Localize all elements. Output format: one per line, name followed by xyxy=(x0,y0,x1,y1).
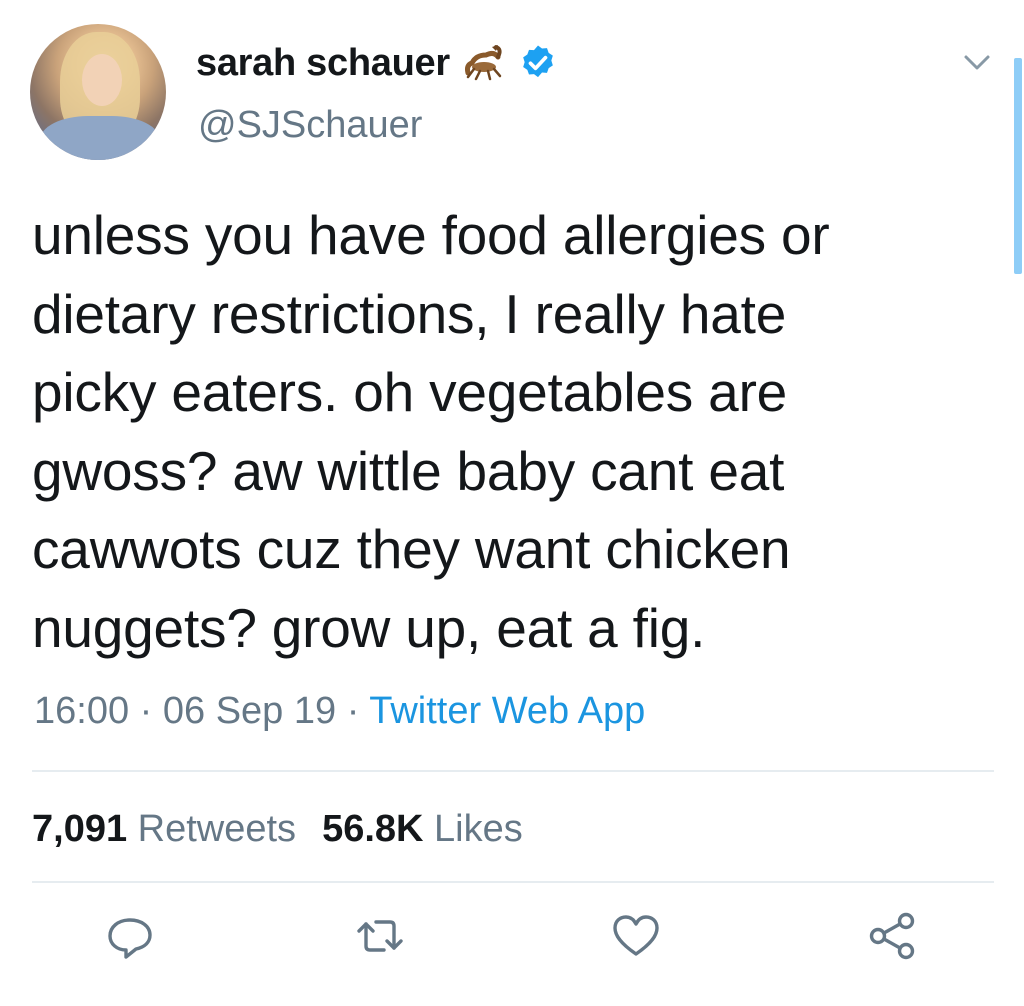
author-name-row[interactable]: sarah schauer xyxy=(196,40,558,86)
meta-separator: · xyxy=(129,690,163,732)
divider xyxy=(32,881,994,883)
avatar-jacket xyxy=(40,116,160,160)
verified-icon xyxy=(522,45,553,78)
like-button[interactable] xyxy=(606,906,666,966)
share-button[interactable] xyxy=(862,906,922,966)
retweet-button[interactable] xyxy=(350,906,410,966)
tweet-text: unless you have food allergies or dietar… xyxy=(32,204,830,659)
author-handle[interactable]: @SJSchauer xyxy=(198,104,422,147)
like-icon xyxy=(613,915,659,956)
tweet-meta: 16:00 · 06 Sep 19 · Twitter Web App xyxy=(34,690,645,733)
retweets-label: Retweets xyxy=(137,808,297,850)
tweet-date: 06 Sep 19 xyxy=(162,690,337,732)
retweet-icon xyxy=(357,920,403,952)
tweet-time: 16:00 xyxy=(34,690,130,732)
reply-icon xyxy=(108,918,152,959)
scorpion-icon xyxy=(464,45,502,81)
share-icon xyxy=(869,912,915,960)
action-bar xyxy=(0,906,1024,976)
reply-button[interactable] xyxy=(100,906,160,966)
likes-count: 56.8K xyxy=(322,808,424,850)
meta-separator: · xyxy=(336,690,370,732)
likes-label: Likes xyxy=(434,808,523,850)
tweet-source-link[interactable]: Twitter Web App xyxy=(369,690,645,732)
avatar-face xyxy=(82,54,122,106)
tweet-detail: sarah schauer @SJSchauer unless you have… xyxy=(0,0,1024,1006)
scrollbar[interactable] xyxy=(1014,58,1022,274)
likes-stat[interactable]: 56.8K Likes xyxy=(322,808,523,850)
retweets-count: 7,091 xyxy=(32,808,128,850)
tweet-stats: 7,091 Retweets 56.8K Likes xyxy=(32,808,523,851)
divider xyxy=(32,770,994,772)
retweets-stat[interactable]: 7,091 Retweets xyxy=(32,808,296,850)
chevron-down-icon[interactable] xyxy=(960,48,994,76)
author-display-name[interactable]: sarah schauer xyxy=(196,42,450,85)
avatar[interactable] xyxy=(30,24,166,160)
